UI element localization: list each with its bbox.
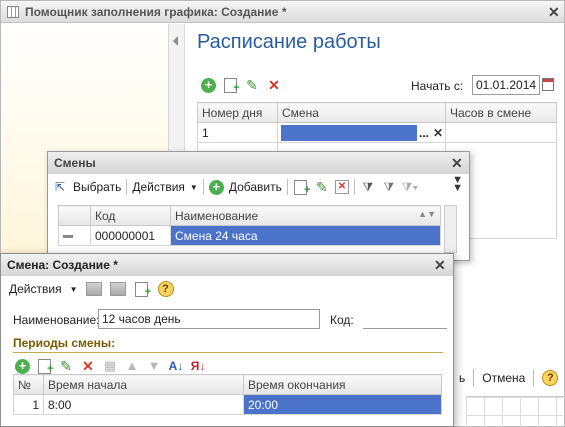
select-button[interactable]: Выбрать xyxy=(73,180,121,194)
number-cell[interactable]: 1 xyxy=(13,394,44,415)
create-toolbar: Действия ▼ ? xyxy=(9,278,174,300)
cancel-button[interactable]: Отмена xyxy=(482,371,525,385)
code-field[interactable] xyxy=(363,309,447,329)
shifts-scrollbar[interactable] xyxy=(444,205,457,253)
copy-button[interactable] xyxy=(36,358,54,377)
edit-icon[interactable]: ✎ xyxy=(58,358,74,374)
col-name[interactable]: Наименование ▲▼ xyxy=(170,205,441,226)
shift-cell[interactable]: ... ✕ xyxy=(277,122,446,143)
code-label: Код: xyxy=(330,313,354,327)
shifts-close-icon[interactable]: ✕ xyxy=(451,156,463,170)
more-chevron-icon[interactable]: ▼ ▼ xyxy=(452,175,463,194)
collapse-arrow-icon[interactable] xyxy=(173,36,178,46)
actions-menu[interactable]: Действия xyxy=(132,180,185,194)
col-shift[interactable]: Смена xyxy=(277,102,446,123)
ok-button[interactable]: ь xyxy=(459,371,465,385)
shift-selection[interactable] xyxy=(281,124,417,141)
edit-icon[interactable]: ✎ xyxy=(314,179,330,195)
choose-button[interactable]: ... xyxy=(417,126,431,140)
copy-button[interactable] xyxy=(222,77,240,96)
calendar-icon[interactable] xyxy=(542,78,554,91)
end-time-cell[interactable]: 20:00 xyxy=(243,394,442,415)
clear-icon[interactable]: ✕ xyxy=(431,126,445,140)
chevron-down-icon[interactable]: ▼ xyxy=(190,183,198,192)
filter-menu-icon[interactable]: ⧩▾ xyxy=(402,179,419,195)
dialog-buttons: ь Отмена ? xyxy=(459,369,559,387)
col-start-time[interactable]: Время начала xyxy=(43,374,244,395)
main-window-title: Помощник заполнения графика: Создание * xyxy=(25,4,287,19)
copy-icon xyxy=(37,358,54,377)
day-cell[interactable]: 1 xyxy=(197,122,278,143)
col-code[interactable]: Код xyxy=(90,205,171,226)
name-cell[interactable]: Смена 24 часа xyxy=(170,225,441,246)
copy-button[interactable] xyxy=(293,179,310,198)
post-icon[interactable] xyxy=(109,282,126,296)
start-date-label: Начать с: xyxy=(411,79,464,93)
col-day-number[interactable]: Номер дня xyxy=(197,102,278,123)
help-icon[interactable]: ? xyxy=(157,281,174,297)
chevron-down-icon[interactable]: ▼ xyxy=(70,285,78,294)
code-cell[interactable]: 000000001 xyxy=(90,225,171,246)
col-end-time[interactable]: Время окончания xyxy=(243,374,442,395)
periods-toolbar: + ✎ ✕ ▦ ▲ ▼ A↓ Я↓ xyxy=(15,356,206,377)
create-window-title: Смена: Создание * xyxy=(7,258,118,272)
move-down-icon: ▼ xyxy=(147,358,161,373)
name-label: Наименование: xyxy=(13,313,100,327)
add-icon: + xyxy=(208,179,224,195)
filter-clear-icon[interactable]: ⧩ xyxy=(381,179,397,195)
sort-asc-icon[interactable]: A↓ xyxy=(168,358,184,374)
copy-icon xyxy=(135,281,151,300)
select-icon: ⇱ xyxy=(54,180,66,194)
copy-button[interactable] xyxy=(134,281,151,300)
delete-icon[interactable]: ✕ xyxy=(334,180,349,194)
table-row[interactable]: ▬ 000000001 Смена 24 часа xyxy=(58,225,441,246)
sort-desc-icon[interactable]: Я↓ xyxy=(190,358,206,374)
name-field[interactable]: 12 часов день xyxy=(98,309,320,329)
create-window: Смена: Создание * ✕ Действия ▼ ? Наимено… xyxy=(0,253,454,427)
edit-icon[interactable]: ✎ xyxy=(244,77,260,93)
copy-icon xyxy=(223,77,240,96)
start-time-cell[interactable]: 8:00 xyxy=(43,394,244,415)
shifts-titlebar[interactable]: Смены xyxy=(48,152,469,174)
shifts-toolbar: ⇱ Выбрать Действия ▼ + Добавить ✎ ✕ ⧩ ⧩ … xyxy=(52,176,418,198)
col-hours[interactable]: Часов в смене xyxy=(445,102,557,123)
window-icon xyxy=(7,5,19,18)
end-edit-icon: ▦ xyxy=(103,358,117,373)
hours-cell[interactable] xyxy=(445,122,557,143)
copy-icon xyxy=(294,179,310,198)
help-icon[interactable]: ? xyxy=(542,370,559,386)
page-heading: Расписание работы xyxy=(197,31,381,53)
shifts-window-title: Смены xyxy=(54,156,96,170)
create-titlebar[interactable]: Смена: Создание * xyxy=(1,254,453,276)
delete-icon[interactable]: ✕ xyxy=(80,358,96,374)
col-number[interactable]: № xyxy=(13,374,44,395)
add-icon[interactable]: + xyxy=(15,358,30,374)
add-button[interactable]: Добавить xyxy=(229,180,282,194)
save-icon[interactable] xyxy=(85,282,102,296)
start-date-input[interactable]: 01.01.2014 xyxy=(472,75,540,95)
table-row[interactable]: 1 ... ✕ xyxy=(197,122,557,143)
shifts-table: Код Наименование ▲▼ ▬ 000000001 Смена 24 … xyxy=(58,205,441,246)
add-icon[interactable]: + xyxy=(201,77,216,93)
create-close-icon[interactable]: ✕ xyxy=(434,258,446,272)
periods-heading: Периоды смены: xyxy=(13,336,116,350)
row-state-icon: ▬ xyxy=(58,225,91,246)
main-window-titlebar[interactable]: Помощник заполнения графика: Создание * xyxy=(1,1,564,23)
main-close-icon[interactable]: ✕ xyxy=(548,5,560,19)
periods-table: № Время начала Время окончания 1 8:00 20… xyxy=(13,374,442,415)
calendar-grid xyxy=(466,396,565,427)
sort-icon: ▲▼ xyxy=(418,208,436,219)
table-row[interactable]: 1 8:00 20:00 xyxy=(13,394,442,415)
move-up-icon: ▲ xyxy=(125,358,139,373)
filter-icon[interactable]: ⧩ xyxy=(360,179,376,195)
actions-menu[interactable]: Действия xyxy=(9,282,62,296)
schedule-toolbar: + ✎ ✕ xyxy=(201,77,282,96)
delete-icon[interactable]: ✕ xyxy=(266,77,282,93)
